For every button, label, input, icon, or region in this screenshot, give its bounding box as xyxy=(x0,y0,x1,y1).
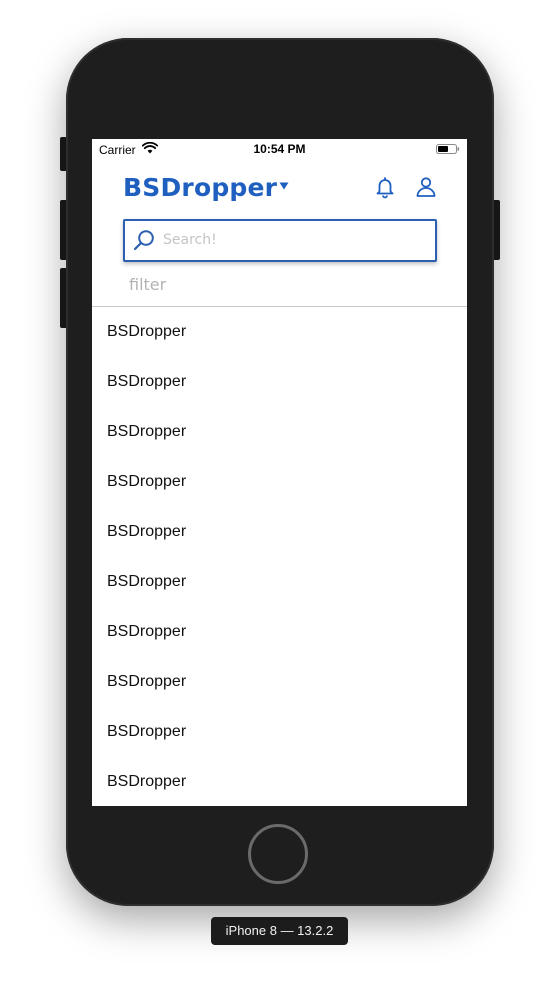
list-item[interactable]: BSDropper xyxy=(92,357,467,407)
app-title[interactable]: BSDropper xyxy=(123,173,277,202)
list-item[interactable]: BSDropper xyxy=(92,757,467,806)
list-item[interactable]: BSDropper xyxy=(92,457,467,507)
simulator-device-label: iPhone 8 — 13.2.2 xyxy=(211,917,348,945)
list-item[interactable]: BSDropper xyxy=(92,557,467,607)
power-button xyxy=(493,200,500,260)
list-item[interactable]: BSDropper xyxy=(92,657,467,707)
dropper-list: BSDropper BSDropper BSDropper BSDropper … xyxy=(92,307,467,806)
user-icon[interactable] xyxy=(414,175,438,199)
list-item[interactable]: BSDropper xyxy=(92,707,467,757)
search-icon xyxy=(133,230,154,251)
list-item[interactable]: BSDropper xyxy=(92,607,467,657)
bell-icon[interactable] xyxy=(373,175,397,199)
search-box[interactable] xyxy=(123,219,437,262)
app-header: BSDropper xyxy=(92,159,467,219)
list-item[interactable]: BSDropper xyxy=(92,507,467,557)
battery-icon xyxy=(436,144,460,154)
chevron-down-icon[interactable] xyxy=(279,181,289,191)
list-item[interactable]: BSDropper xyxy=(92,407,467,457)
search-input[interactable] xyxy=(163,227,423,253)
status-bar: Carrier 10:54 PM xyxy=(92,139,467,159)
status-time: 10:54 PM xyxy=(253,142,306,156)
app-screen: Carrier 10:54 PM BSDropper Search! filte… xyxy=(92,139,467,806)
list-item[interactable]: BSDropper xyxy=(92,307,467,357)
filter-label[interactable]: filter xyxy=(129,275,166,294)
simulator-stage: Carrier 10:54 PM BSDropper Search! filte… xyxy=(0,0,559,981)
home-button[interactable] xyxy=(248,824,308,884)
